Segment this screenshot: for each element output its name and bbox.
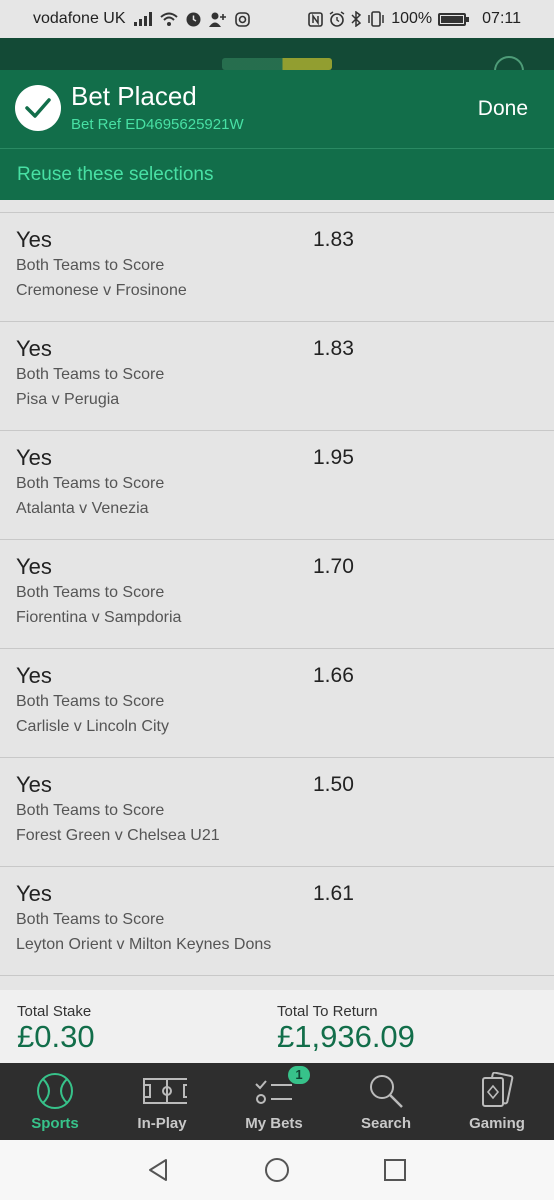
nav-label: Search — [360, 1115, 412, 1132]
selection-item: Yes Both Teams to Score Fiorentina v Sam… — [0, 539, 554, 648]
back-icon[interactable] — [145, 1156, 173, 1184]
status-bar: vodafone UK 100% 07:11 — [0, 0, 554, 38]
selection-event: Atalanta v Venezia — [16, 500, 149, 517]
nav-gaming[interactable]: Gaming — [442, 1063, 552, 1140]
tennis-ball-icon — [37, 1073, 73, 1109]
selection-pick: Yes — [16, 772, 52, 797]
totals-panel: Total Stake £0.30 Total To Return £1,936… — [0, 990, 554, 1063]
page-title: Bet Placed — [71, 81, 197, 111]
carrier-label: vodafone UK — [33, 10, 126, 27]
home-icon[interactable] — [263, 1156, 291, 1184]
selection-event: Pisa v Perugia — [16, 391, 120, 408]
person-add-icon — [208, 12, 226, 27]
nav-label: My Bets — [245, 1115, 303, 1132]
alarm-icon — [186, 12, 201, 26]
selection-odds: 1.61 — [313, 882, 354, 905]
selection-pick: Yes — [16, 881, 52, 906]
selection-event: Leyton Orient v Milton Keynes Dons — [16, 936, 272, 953]
selection-event: Fiorentina v Sampdoria — [16, 609, 182, 626]
selection-pick: Yes — [16, 663, 52, 688]
nav-in-play[interactable]: In-Play — [107, 1063, 217, 1140]
selection-odds: 1.70 — [313, 555, 354, 578]
vibrate-icon — [368, 11, 384, 27]
selection-market: Both Teams to Score — [16, 257, 165, 274]
list-divider — [0, 975, 554, 987]
selection-market: Both Teams to Score — [16, 366, 165, 383]
nav-label: In-Play — [137, 1115, 187, 1132]
search-icon — [370, 1075, 403, 1108]
selection-pick: Yes — [16, 227, 52, 252]
wifi-icon — [159, 12, 178, 26]
selection-event: Forest Green v Chelsea U21 — [16, 827, 220, 844]
nav-sports[interactable]: Sports — [0, 1063, 110, 1140]
bet-reference: Bet Ref ED4695625921W — [71, 116, 244, 133]
bet-placed-header: Bet Placed Bet Ref ED4695625921W Done — [0, 70, 554, 148]
system-navigation-bar — [0, 1140, 554, 1200]
selection-odds: 1.83 — [313, 337, 354, 360]
battery-icon — [438, 12, 470, 26]
instagram-icon — [234, 11, 250, 27]
cards-icon — [482, 1072, 514, 1107]
reuse-selections-link[interactable]: Reuse these selections — [17, 164, 213, 186]
selection-odds: 1.66 — [313, 664, 354, 687]
clock-time: 07:11 — [482, 10, 521, 27]
done-button[interactable]: Done — [478, 97, 528, 121]
selection-market: Both Teams to Score — [16, 584, 165, 601]
selection-event: Cremonese v Frosinone — [16, 282, 187, 299]
selections-list: Yes Both Teams to Score Cremonese v Fros… — [0, 212, 554, 987]
selection-pick: Yes — [16, 445, 52, 470]
bottom-navigation: Sports In-Play My Bets 1 Search Gaming — [0, 1063, 554, 1140]
selection-pick: Yes — [16, 336, 52, 361]
bluetooth-icon — [351, 11, 362, 27]
app-header-background — [0, 38, 554, 86]
selection-odds: 1.95 — [313, 446, 354, 469]
nav-search[interactable]: Search — [331, 1063, 441, 1140]
selection-market: Both Teams to Score — [16, 802, 165, 819]
battery-fill — [441, 15, 464, 23]
brand-logo — [222, 58, 332, 70]
selection-odds: 1.50 — [313, 773, 354, 796]
selection-market: Both Teams to Score — [16, 693, 165, 710]
selection-item: Yes Both Teams to Score Pisa v Perugia 1… — [0, 321, 554, 430]
battery-percent: 100% — [391, 10, 433, 27]
selection-item: Yes Both Teams to Score Cremonese v Fros… — [0, 212, 554, 321]
my-bets-badge: 1 — [288, 1066, 310, 1084]
selection-item: Yes Both Teams to Score Leyton Orient v … — [0, 866, 554, 975]
selection-event: Carlisle v Lincoln City — [16, 718, 169, 735]
selection-market: Both Teams to Score — [16, 911, 165, 928]
reuse-selections-bar: Reuse these selections — [0, 148, 554, 200]
selection-market: Both Teams to Score — [16, 475, 165, 492]
recents-icon[interactable] — [381, 1156, 409, 1184]
selection-item: Yes Both Teams to Score Forest Green v C… — [0, 757, 554, 866]
pitch-icon — [143, 1078, 187, 1104]
total-return-label: Total To Return — [277, 1003, 378, 1020]
selection-pick: Yes — [16, 554, 52, 579]
selection-item: Yes Both Teams to Score Atalanta v Venez… — [0, 430, 554, 539]
check-icon — [15, 85, 61, 131]
selection-item: Yes Both Teams to Score Carlisle v Linco… — [0, 648, 554, 757]
total-stake-label: Total Stake — [17, 1003, 92, 1020]
selection-odds: 1.83 — [313, 228, 354, 251]
nav-label: Sports — [31, 1115, 79, 1132]
total-stake-value: £0.30 — [17, 1019, 95, 1054]
total-return-value: £1,936.09 — [277, 1019, 415, 1054]
nav-label: Gaming — [469, 1115, 525, 1132]
nfc-icon — [308, 11, 324, 27]
signal-icon — [133, 12, 152, 26]
alarm-clock-icon — [329, 11, 345, 27]
nav-my-bets[interactable]: My Bets — [219, 1063, 329, 1140]
